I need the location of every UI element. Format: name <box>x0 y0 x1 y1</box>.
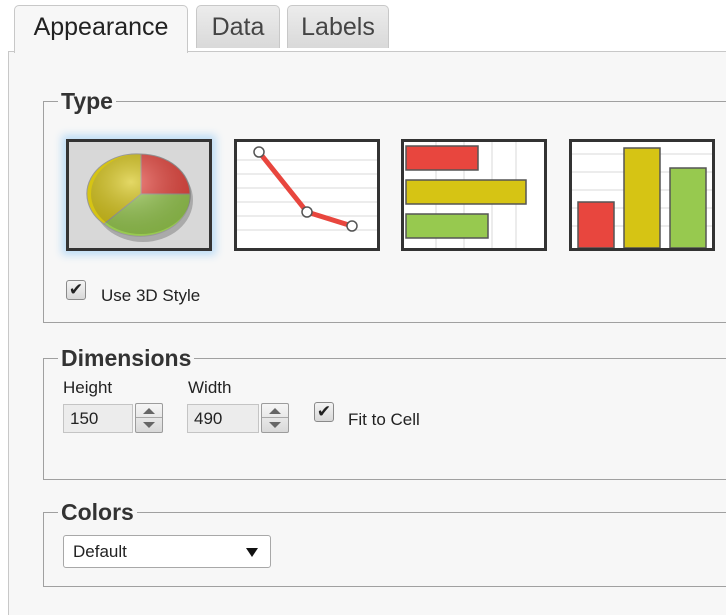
width-stepper[interactable] <box>261 403 289 433</box>
pie-chart-option[interactable] <box>66 139 212 251</box>
colors-legend: Colors <box>61 499 134 525</box>
line-chart-icon <box>237 146 377 232</box>
width-input[interactable]: 490 <box>187 404 259 433</box>
vertical-bar-chart-icon <box>572 147 712 248</box>
colors-select[interactable]: Default <box>63 535 271 568</box>
line-chart-option[interactable] <box>234 139 380 251</box>
horizontal-bar-chart-option[interactable] <box>401 139 547 251</box>
colors-select-value: Default <box>73 542 127 561</box>
fit-to-cell-checkbox[interactable]: ✔ <box>314 402 334 422</box>
tab-labels[interactable]: Labels <box>287 5 389 48</box>
appearance-panel: Type ✔ Use 3D Style Dimensions Height 15… <box>8 51 726 615</box>
width-decrement-button[interactable] <box>262 418 288 432</box>
use-3d-style-label: Use 3D Style <box>101 286 201 305</box>
width-label: Width <box>188 378 232 397</box>
horizontal-bar-chart-icon <box>405 142 527 248</box>
arrow-down-icon <box>269 422 281 428</box>
dimensions-legend: Dimensions <box>61 345 192 371</box>
height-decrement-button[interactable] <box>136 418 162 432</box>
height-label: Height <box>63 378 113 397</box>
height-stepper[interactable] <box>135 403 163 433</box>
pie-chart-icon <box>86 153 193 242</box>
height-input[interactable]: 150 <box>63 404 133 433</box>
arrow-down-icon <box>143 422 155 428</box>
width-increment-button[interactable] <box>262 404 288 418</box>
arrow-up-icon <box>143 408 155 414</box>
vertical-bar-chart-option[interactable] <box>569 139 715 251</box>
arrow-up-icon <box>269 408 281 414</box>
dropdown-arrow-icon <box>246 548 258 557</box>
height-increment-button[interactable] <box>136 404 162 418</box>
tab-bar: Appearance Data Labels <box>0 0 726 53</box>
tab-appearance[interactable]: Appearance <box>14 5 188 53</box>
tab-data[interactable]: Data <box>196 5 280 48</box>
type-legend: Type <box>61 88 113 114</box>
fit-to-cell-label: Fit to Cell <box>348 410 420 429</box>
use-3d-style-checkbox[interactable]: ✔ <box>66 280 86 300</box>
